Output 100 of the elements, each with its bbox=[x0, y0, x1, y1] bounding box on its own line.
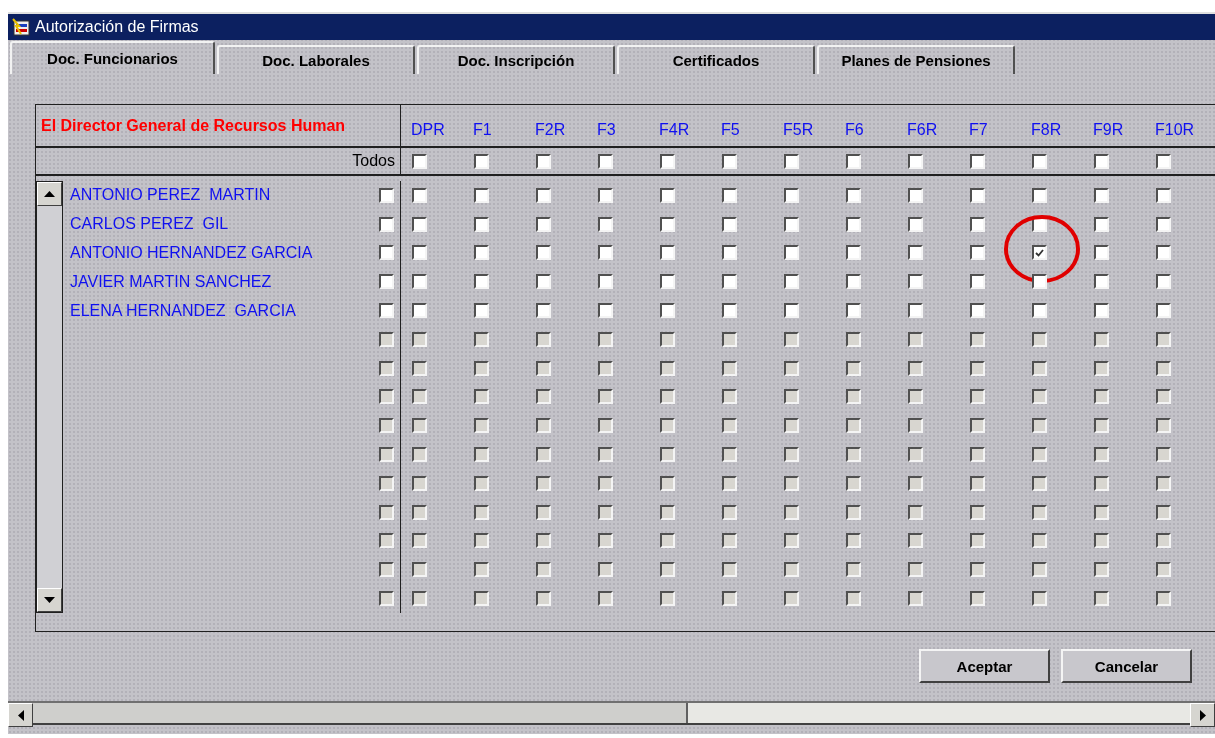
checkbox[interactable] bbox=[660, 504, 675, 520]
checkbox[interactable] bbox=[474, 418, 489, 434]
dialog-button[interactable]: Aceptar bbox=[919, 649, 1050, 683]
checkbox[interactable] bbox=[598, 303, 613, 319]
checkbox[interactable] bbox=[970, 331, 985, 347]
checkbox[interactable] bbox=[412, 153, 427, 169]
checkbox[interactable] bbox=[1156, 447, 1171, 463]
checkbox[interactable] bbox=[846, 303, 861, 319]
checkbox[interactable] bbox=[660, 245, 675, 261]
checkbox[interactable] bbox=[846, 447, 861, 463]
checkbox[interactable] bbox=[1156, 591, 1171, 607]
checkbox[interactable] bbox=[598, 153, 613, 169]
checkbox[interactable] bbox=[536, 303, 551, 319]
checkbox[interactable] bbox=[908, 504, 923, 520]
vertical-scrollbar[interactable] bbox=[36, 181, 63, 613]
checkbox[interactable] bbox=[722, 389, 737, 405]
checkbox[interactable] bbox=[660, 331, 675, 347]
scroll-right-icon[interactable] bbox=[1190, 703, 1215, 727]
checkbox[interactable] bbox=[1032, 504, 1047, 520]
checkbox[interactable] bbox=[536, 418, 551, 434]
checkbox[interactable] bbox=[598, 216, 613, 232]
checkbox[interactable] bbox=[970, 562, 985, 578]
checkbox[interactable] bbox=[660, 447, 675, 463]
checkbox[interactable] bbox=[722, 475, 737, 491]
checkbox[interactable] bbox=[784, 533, 799, 549]
checkbox[interactable] bbox=[536, 216, 551, 232]
checkbox[interactable] bbox=[784, 360, 799, 376]
checkbox[interactable] bbox=[846, 533, 861, 549]
checkbox[interactable] bbox=[1156, 360, 1171, 376]
checkbox[interactable] bbox=[379, 504, 394, 520]
checkbox[interactable] bbox=[412, 562, 427, 578]
checkbox[interactable] bbox=[598, 475, 613, 491]
checkbox[interactable] bbox=[474, 447, 489, 463]
checkbox[interactable] bbox=[1156, 475, 1171, 491]
dialog-button[interactable]: Cancelar bbox=[1061, 649, 1192, 683]
checkbox[interactable] bbox=[598, 360, 613, 376]
checkbox[interactable] bbox=[660, 153, 675, 169]
checkbox[interactable] bbox=[1094, 303, 1109, 319]
checkbox[interactable] bbox=[379, 360, 394, 376]
checkbox[interactable] bbox=[970, 389, 985, 405]
checkbox[interactable] bbox=[412, 389, 427, 405]
checkbox[interactable] bbox=[412, 447, 427, 463]
checkbox[interactable] bbox=[970, 153, 985, 169]
checkbox[interactable] bbox=[412, 475, 427, 491]
checkbox[interactable] bbox=[908, 187, 923, 203]
checkbox[interactable] bbox=[379, 447, 394, 463]
checkbox[interactable] bbox=[1156, 504, 1171, 520]
checkbox[interactable] bbox=[660, 187, 675, 203]
checkbox[interactable] bbox=[536, 187, 551, 203]
checkbox[interactable] bbox=[1094, 245, 1109, 261]
checkbox[interactable] bbox=[536, 504, 551, 520]
checkbox[interactable] bbox=[1032, 418, 1047, 434]
checkbox[interactable] bbox=[1156, 562, 1171, 578]
checkbox[interactable] bbox=[1094, 216, 1109, 232]
checkbox[interactable] bbox=[908, 153, 923, 169]
checkbox[interactable] bbox=[1032, 475, 1047, 491]
checkbox[interactable] bbox=[1032, 187, 1047, 203]
checkbox[interactable] bbox=[970, 475, 985, 491]
checkbox[interactable] bbox=[412, 533, 427, 549]
checkbox[interactable] bbox=[536, 245, 551, 261]
checkbox[interactable] bbox=[1032, 562, 1047, 578]
checkbox[interactable] bbox=[1032, 303, 1047, 319]
checkbox[interactable] bbox=[784, 331, 799, 347]
checkbox[interactable] bbox=[1156, 274, 1171, 290]
checkbox[interactable] bbox=[722, 153, 737, 169]
checkbox[interactable] bbox=[412, 187, 427, 203]
checkbox[interactable] bbox=[474, 504, 489, 520]
checkbox[interactable] bbox=[1156, 153, 1171, 169]
checkbox[interactable] bbox=[379, 533, 394, 549]
checkbox[interactable] bbox=[784, 303, 799, 319]
tab[interactable]: Certificados bbox=[617, 45, 815, 74]
checkbox[interactable] bbox=[412, 245, 427, 261]
checkbox[interactable] bbox=[722, 533, 737, 549]
checkbox[interactable] bbox=[784, 153, 799, 169]
checkbox[interactable] bbox=[722, 216, 737, 232]
checkbox[interactable] bbox=[1156, 389, 1171, 405]
checkbox[interactable] bbox=[784, 475, 799, 491]
checkbox[interactable] bbox=[474, 533, 489, 549]
checkbox[interactable] bbox=[474, 274, 489, 290]
checkbox[interactable] bbox=[660, 389, 675, 405]
checkbox[interactable] bbox=[784, 187, 799, 203]
checkbox[interactable] bbox=[1156, 418, 1171, 434]
checkbox[interactable] bbox=[379, 475, 394, 491]
checkbox[interactable] bbox=[1094, 562, 1109, 578]
checkbox[interactable] bbox=[536, 274, 551, 290]
checkbox[interactable] bbox=[379, 591, 394, 607]
checkbox[interactable] bbox=[784, 562, 799, 578]
checkbox[interactable] bbox=[970, 533, 985, 549]
checkbox[interactable] bbox=[474, 475, 489, 491]
checkbox[interactable] bbox=[722, 331, 737, 347]
checkbox[interactable] bbox=[536, 533, 551, 549]
checkbox[interactable] bbox=[598, 533, 613, 549]
checkbox[interactable] bbox=[379, 562, 394, 578]
checkbox[interactable] bbox=[474, 153, 489, 169]
checkbox[interactable] bbox=[846, 274, 861, 290]
checkbox[interactable] bbox=[970, 504, 985, 520]
checkbox[interactable] bbox=[846, 216, 861, 232]
checkbox[interactable] bbox=[536, 475, 551, 491]
checkbox[interactable] bbox=[722, 504, 737, 520]
checkbox[interactable] bbox=[474, 187, 489, 203]
